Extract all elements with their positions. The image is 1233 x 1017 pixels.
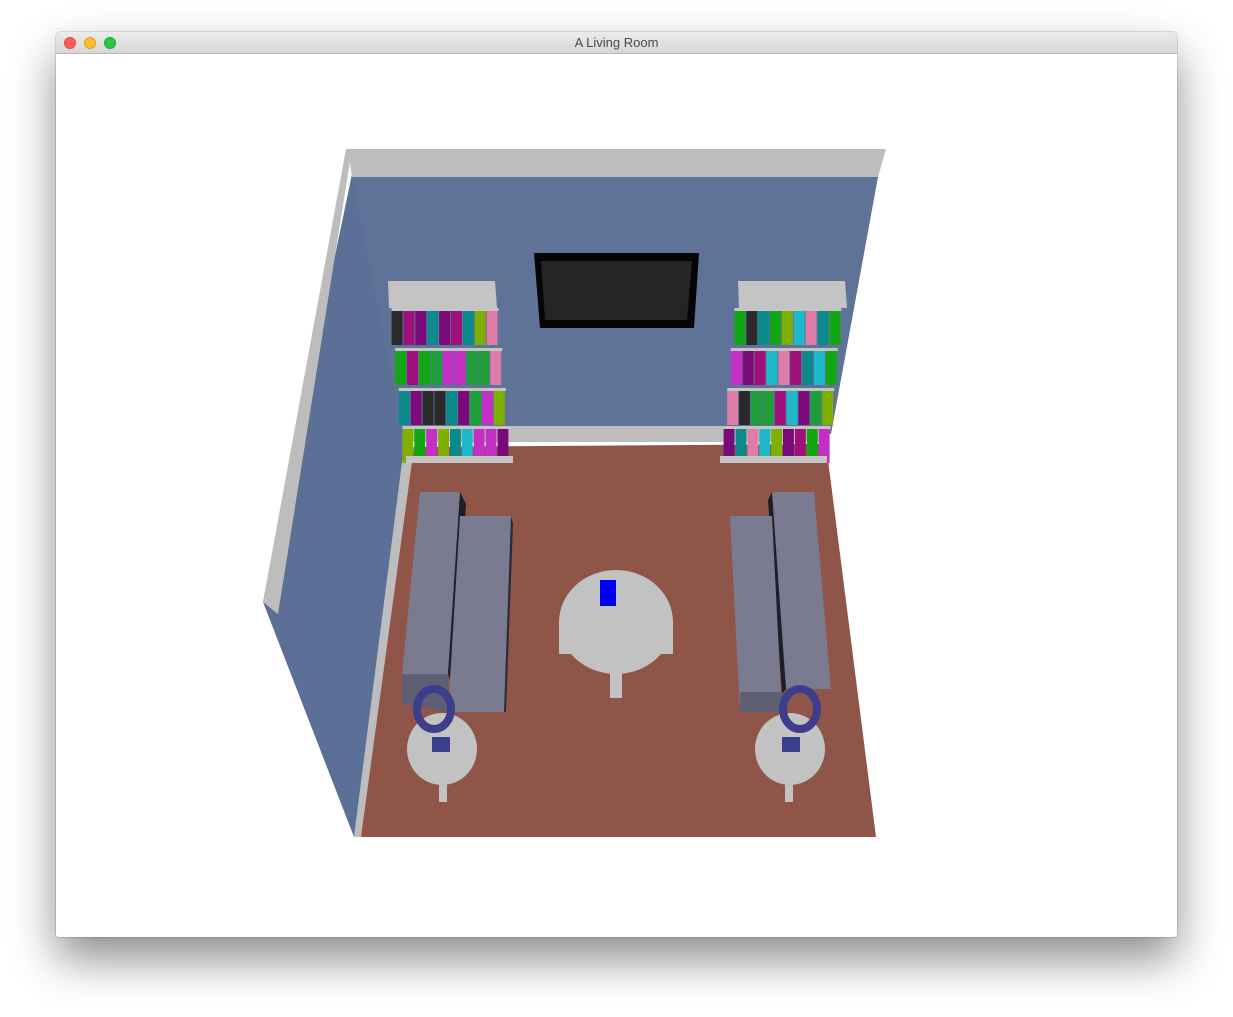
phone-on-table: [600, 580, 616, 606]
bookshelf-board: [395, 348, 503, 351]
book-spine: [758, 311, 770, 345]
book-spine: [762, 391, 774, 425]
book-spine: [770, 311, 781, 345]
bookshelf-top: [388, 281, 497, 308]
tv-screen: [541, 261, 692, 320]
living-room-scene: [263, 149, 886, 837]
book-spine: [822, 391, 834, 425]
bookshelf-board: [398, 388, 506, 391]
book-spine: [478, 351, 490, 385]
book-spine: [434, 391, 446, 425]
book-spine: [395, 351, 407, 385]
book-spine: [805, 311, 817, 345]
book-spine: [751, 391, 762, 425]
book-spine: [427, 311, 439, 345]
book-spine: [814, 351, 825, 385]
book-spine: [466, 351, 478, 385]
coffee-table-edge: [559, 622, 673, 654]
bookshelf-base: [720, 456, 827, 463]
bookshelf-board: [734, 308, 842, 311]
book-spine: [454, 351, 466, 385]
chair-right-post: [782, 737, 800, 752]
book-spine: [727, 391, 739, 425]
book-spine: [474, 311, 486, 345]
book-spine: [790, 351, 802, 385]
book-spine: [493, 391, 505, 425]
book-spine: [451, 311, 462, 345]
sofa-right-front: [740, 692, 782, 712]
book-spine: [415, 311, 427, 345]
book-spine: [419, 351, 430, 385]
book-spine: [439, 311, 451, 345]
chair-left-post: [432, 737, 450, 752]
book-spine: [825, 351, 837, 385]
book-spine: [742, 351, 754, 385]
book-spine: [407, 351, 418, 385]
book-spine: [793, 311, 805, 345]
book-spine: [391, 311, 403, 345]
book-spine: [829, 311, 841, 345]
book-spine: [410, 391, 422, 425]
book-spine: [774, 391, 786, 425]
book-spine: [730, 351, 742, 385]
book-spine: [462, 311, 474, 345]
book-spine: [403, 311, 415, 345]
book-spine: [442, 351, 454, 385]
opengl-viewport[interactable]: [56, 54, 1177, 937]
book-spine: [782, 311, 793, 345]
bookshelf-board: [391, 308, 499, 311]
wall-top-trim: [348, 149, 886, 177]
bookshelf-base: [406, 456, 513, 463]
title-bar[interactable]: A Living Room: [56, 32, 1177, 54]
book-spine: [754, 351, 766, 385]
book-spine: [766, 351, 778, 385]
window-title: A Living Room: [574, 35, 659, 50]
bookshelf-right: [720, 281, 847, 463]
book-spine: [817, 311, 829, 345]
book-spine: [490, 351, 502, 385]
book-spine: [802, 351, 813, 385]
book-spine: [486, 311, 498, 345]
bookshelf-board: [730, 348, 838, 351]
book-spine: [778, 351, 790, 385]
book-spine: [798, 391, 810, 425]
book-spine: [746, 311, 758, 345]
book-spine: [430, 351, 442, 385]
bookshelf-board: [727, 388, 835, 391]
bookshelf-top: [738, 281, 847, 308]
book-spine: [458, 391, 470, 425]
book-spine: [739, 391, 750, 425]
book-spine: [446, 391, 458, 425]
book-spine: [786, 391, 798, 425]
book-spine: [398, 391, 410, 425]
bookshelf-board: [723, 426, 831, 429]
book-spine: [734, 311, 746, 345]
book-spine: [470, 391, 481, 425]
book-spine: [482, 391, 493, 425]
book-spine: [810, 391, 822, 425]
bookshelf-board: [402, 426, 510, 429]
book-spine: [422, 391, 434, 425]
app-window: A Living Room: [56, 32, 1177, 937]
